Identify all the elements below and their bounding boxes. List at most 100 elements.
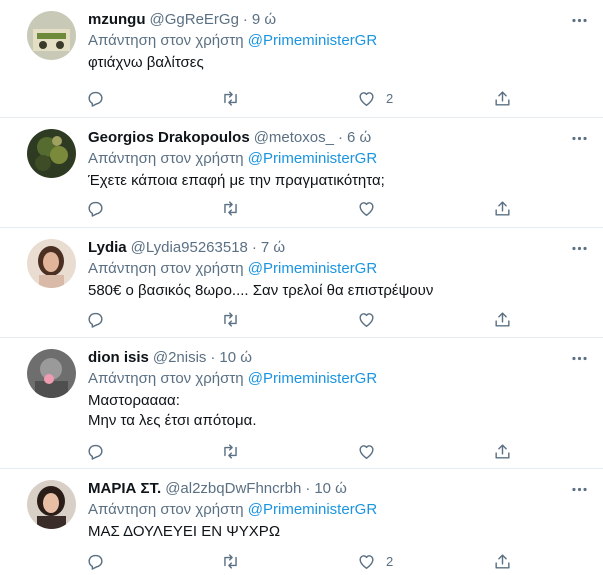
mention-link[interactable]: @PrimeministerGR [248,370,377,387]
retweet-icon [224,553,237,569]
reply-context: Απάντηση στον χρήστη @PrimeministerGR [88,500,591,520]
tweet-text-line: Μην τα λες έτσι απότομα. [88,412,257,429]
reply-icon [88,554,103,570]
like-button[interactable] [357,307,386,331]
tweet-text: Έχετε κάποια επαφή με την πραγματικότητα… [88,171,591,191]
more-options-icon[interactable] [567,236,591,260]
author-name[interactable]: mzungu [88,10,146,30]
like-count: 2 [386,553,394,569]
timestamp[interactable]: 6 ώ [347,128,371,148]
like-button[interactable] [357,439,386,463]
retweet-button[interactable] [221,86,240,110]
timestamp[interactable]: 9 ώ [252,10,276,30]
more-options-icon[interactable] [567,346,591,370]
more-options-icon[interactable] [567,477,591,501]
share-button[interactable] [493,307,512,331]
share-button[interactable] [493,86,512,110]
share-icon [495,90,510,106]
reply-context: Απάντηση στον χρήστη @PrimeministerGR [88,149,591,169]
heart-icon [359,444,374,459]
tweet-item[interactable]: ΜΑΡΙΑ ΣΤ. @al2zbqDwFhncrbh · 10 ώ Απάντη… [0,469,603,575]
reply-context: Απάντηση στον χρήστη @PrimeministerGR [88,369,591,389]
share-icon [495,553,510,569]
tweet-text: Μαστοραααα: Μην τα λες έτσι απότομα. [88,391,591,431]
tweet-item[interactable]: Lydia @Lydia95263518 · 7 ώ Απάντηση στον… [0,228,603,338]
tweet-item[interactable]: Georgios Drakopoulos @metoxos_ · 6 ώ Απά… [0,118,603,228]
author-name[interactable]: dion isis [88,348,149,368]
separator-dot: · [242,11,248,28]
reply-feed: mzungu @GgReErGg · 9 ώ Απάντηση στον χρή… [0,0,603,575]
tweet-text: ΜΑΣ ΔΟΥΛΕΥΕΙ ΕΝ ΨΥΧΡΩ [88,522,591,542]
author-name[interactable]: Lydia [88,238,127,258]
tweet-text-line: φτιάχνω βαλίτσες [88,54,204,71]
timestamp[interactable]: 7 ώ [261,238,285,258]
reply-context: Απάντηση στον χρήστη @PrimeministerGR [88,259,591,279]
tweet-actions [79,439,519,463]
separator-dot: · [305,480,311,497]
avatar[interactable] [27,129,76,178]
tweet-text: φτιάχνω βαλίτσες [88,53,591,73]
author-handle[interactable]: @al2zbqDwFhncrbh [165,479,301,499]
reply-button[interactable] [86,86,105,110]
mention-link[interactable]: @PrimeministerGR [248,501,377,518]
heart-icon [359,554,374,569]
avatar[interactable] [27,349,76,398]
share-button[interactable] [493,439,512,463]
mention-link[interactable]: @PrimeministerGR [248,32,377,49]
retweet-button[interactable] [221,549,240,573]
more-options-icon[interactable] [567,126,591,150]
retweet-icon [224,200,237,216]
retweet-button[interactable] [221,196,240,220]
reply-prefix: Απάντηση στον χρήστη [88,501,244,518]
share-icon [495,200,510,216]
share-button[interactable] [493,196,512,220]
reply-prefix: Απάντηση στον χρήστη [88,150,244,167]
tweet-actions [79,196,519,220]
reply-prefix: Απάντηση στον χρήστη [88,260,244,277]
timestamp[interactable]: 10 ώ [314,479,347,499]
mention-link[interactable]: @PrimeministerGR [248,260,377,277]
avatar[interactable] [27,239,76,288]
share-icon [495,311,510,327]
tweet-item[interactable]: mzungu @GgReErGg · 9 ώ Απάντηση στον χρή… [0,0,603,118]
author-name[interactable]: Georgios Drakopoulos [88,128,250,148]
like-button[interactable]: 2 [357,549,393,573]
heart-icon [359,91,374,106]
author-name[interactable]: ΜΑΡΙΑ ΣΤ. [88,479,161,499]
like-count: 2 [386,90,394,106]
retweet-button[interactable] [221,439,240,463]
retweet-button[interactable] [221,307,240,331]
like-button[interactable]: 2 [357,86,393,110]
tweet-item[interactable]: dion isis @2nisis · 10 ώ Απάντηση στον χ… [0,338,603,469]
tweet-actions: 2 [79,549,519,573]
reply-button[interactable] [86,307,105,331]
more-options-icon[interactable] [567,8,591,32]
retweet-icon [224,90,237,106]
reply-icon [88,312,103,328]
separator-dot: · [210,349,216,366]
reply-icon [88,201,103,217]
reply-button[interactable] [86,196,105,220]
reply-button[interactable] [86,439,105,463]
tweet-actions: 2 [79,86,519,110]
tweet-text-line: ΜΑΣ ΔΟΥΛΕΥΕΙ ΕΝ ΨΥΧΡΩ [88,523,281,540]
author-handle[interactable]: @GgReErGg [150,10,239,30]
mention-link[interactable]: @PrimeministerGR [248,150,377,167]
heart-icon [359,312,374,327]
author-handle[interactable]: @Lydia95263518 [131,238,248,258]
retweet-icon [224,443,237,459]
author-handle[interactable]: @2nisis [153,348,207,368]
share-button[interactable] [493,549,512,573]
retweet-icon [224,311,237,327]
reply-button[interactable] [86,549,105,573]
timestamp[interactable]: 10 ώ [219,348,252,368]
like-button[interactable] [357,196,386,220]
heart-icon [359,201,374,216]
avatar[interactable] [27,11,76,60]
avatar[interactable] [27,480,76,529]
share-icon [495,443,510,459]
separator-dot: · [337,129,343,146]
reply-icon [88,444,103,460]
author-handle[interactable]: @metoxos_ [254,128,334,148]
tweet-text-line: Μαστοραααα: [88,392,180,409]
